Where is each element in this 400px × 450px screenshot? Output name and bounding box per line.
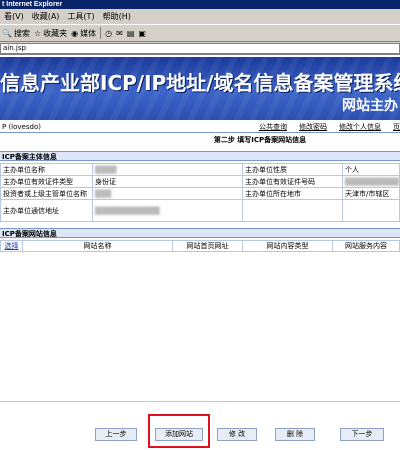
toolbar-separator [100,27,102,39]
banner-subtitle: 网站主办 [342,98,398,114]
edit-page-button[interactable]: ▣ [138,29,146,38]
edit-profile-link[interactable]: 修改个人信息 [339,121,381,133]
edit-button[interactable]: 修 改 [217,428,257,441]
empty-label [242,199,343,222]
site-banner: 信息产业部ICP/IP地址/域名信息备案管理系统 网站主办 [0,57,400,120]
edit-page-icon: ▣ [138,28,146,38]
menu-favorites[interactable]: 收藏(A) [32,11,60,22]
city-value: 天津市/市辖区 [342,187,400,200]
public-query-link[interactable]: 公共查询 [259,121,287,133]
table-row: 主办单位名称 ████ 主办单位性质 个人 [0,163,400,176]
site-table: 选择 网站名称 网站首页网址 网站内容类型 网站服务内容 [0,240,400,252]
mail-icon: ✉ [116,28,123,38]
favorites-label: 收藏夹 [43,28,68,38]
select-column-header[interactable]: 选择 [0,240,23,252]
id-type-value: 身份证 [92,175,243,188]
media-icon: ◉ [71,28,79,38]
site-list-area [0,252,400,402]
id-type-label: 主办单位有效证件类型 [0,175,93,188]
id-number-value: ██████████ [342,175,400,188]
menu-tools[interactable]: 工具(T) [67,11,94,22]
site-url-column-header: 网站首页网址 [172,240,243,252]
step-title: 第二步 填写ICP备案网站信息 [213,136,307,144]
sponsor-info-table: 主办单位名称 ████ 主办单位性质 个人 主办单位有效证件类型 身份证 主办单… [0,163,400,222]
blurred-value: ████████████ [95,206,160,215]
current-user: P (lovesdo) [2,123,41,131]
favorites-button[interactable]: ☆ 收藏夹 [34,28,67,39]
banner-title: 信息产业部ICP/IP地址/域名信息备案管理系统 [0,71,400,95]
id-number-label: 主办单位有效证件号码 [242,175,343,188]
table-row: 主办单位通信地址 ████████████ [0,199,400,222]
table-row: 主办单位有效证件类型 身份证 主办单位有效证件号码 ██████████ [0,175,400,188]
city-label: 主办单位所在地市 [242,187,343,200]
mail-button[interactable]: ✉ [116,29,123,38]
site-section-heading: ICP备案网站信息 [0,228,400,238]
next-step-button[interactable]: 下一步 [340,428,384,441]
add-site-highlight-box [148,414,210,448]
search-label: 搜索 [13,28,30,38]
favorites-icon: ☆ [33,28,42,38]
window-title: t Internet Explorer [0,0,400,9]
history-icon: ◷ [105,28,113,38]
blurred-value: ██████████ [345,177,399,186]
user-links: 公共查询 修改密码 修改个人信息 页 [259,121,400,133]
empty-value [342,199,400,222]
delete-button[interactable]: 删 除 [275,428,315,441]
user-bar: P (lovesdo) 公共查询 修改密码 修改个人信息 页 [0,121,400,133]
search-button[interactable]: 🔍 搜索 [2,28,30,39]
sponsor-name-label: 主办单位名称 [0,163,93,176]
sponsor-name-value: ████ [92,163,243,176]
service-column-header: 网站服务内容 [332,240,400,252]
menu-bar: 看(V) 收藏(A) 工具(T) 帮助(H) [0,9,400,25]
content-type-column-header: 网站内容类型 [242,240,333,252]
address-input[interactable]: ain.jsp [0,43,400,54]
site-name-column-header: 网站名称 [22,240,173,252]
media-button[interactable]: ◉ 媒体 [71,28,96,39]
browser-toolbar: 🔍 搜索 ☆ 收藏夹 ◉ 媒体 ◷ ✉ ▤ ▣ [0,25,400,42]
investor-value: ███ [92,187,243,200]
print-icon: ▤ [126,28,135,38]
address-value: ████████████ [92,199,243,222]
search-icon: 🔍 [2,28,12,38]
page-link[interactable]: 页 [393,121,400,133]
address-bar: ain.jsp [0,42,400,55]
table-header-row: 选择 网站名称 网站首页网址 网站内容类型 网站服务内容 [0,240,400,252]
menu-help[interactable]: 帮助(H) [103,11,131,22]
print-button[interactable]: ▤ [127,29,135,38]
media-label: 媒体 [80,28,97,38]
investor-label: 投资者或上级主管单位名称 [0,187,93,200]
blurred-value: ████ [95,165,117,174]
change-password-link[interactable]: 修改密码 [299,121,327,133]
prev-step-button[interactable]: 上一步 [95,428,137,441]
sponsor-nature-label: 主办单位性质 [242,163,343,176]
history-button[interactable]: ◷ [105,29,112,38]
table-row: 投资者或上级主管单位名称 ███ 主办单位所在地市 天津市/市辖区 [0,187,400,200]
blurred-value: ███ [95,189,112,198]
menu-view[interactable]: 看(V) [4,11,24,22]
sponsor-section-heading: ICP备案主体信息 [0,151,400,161]
sponsor-nature-value: 个人 [342,163,400,176]
address-label: 主办单位通信地址 [0,199,93,222]
